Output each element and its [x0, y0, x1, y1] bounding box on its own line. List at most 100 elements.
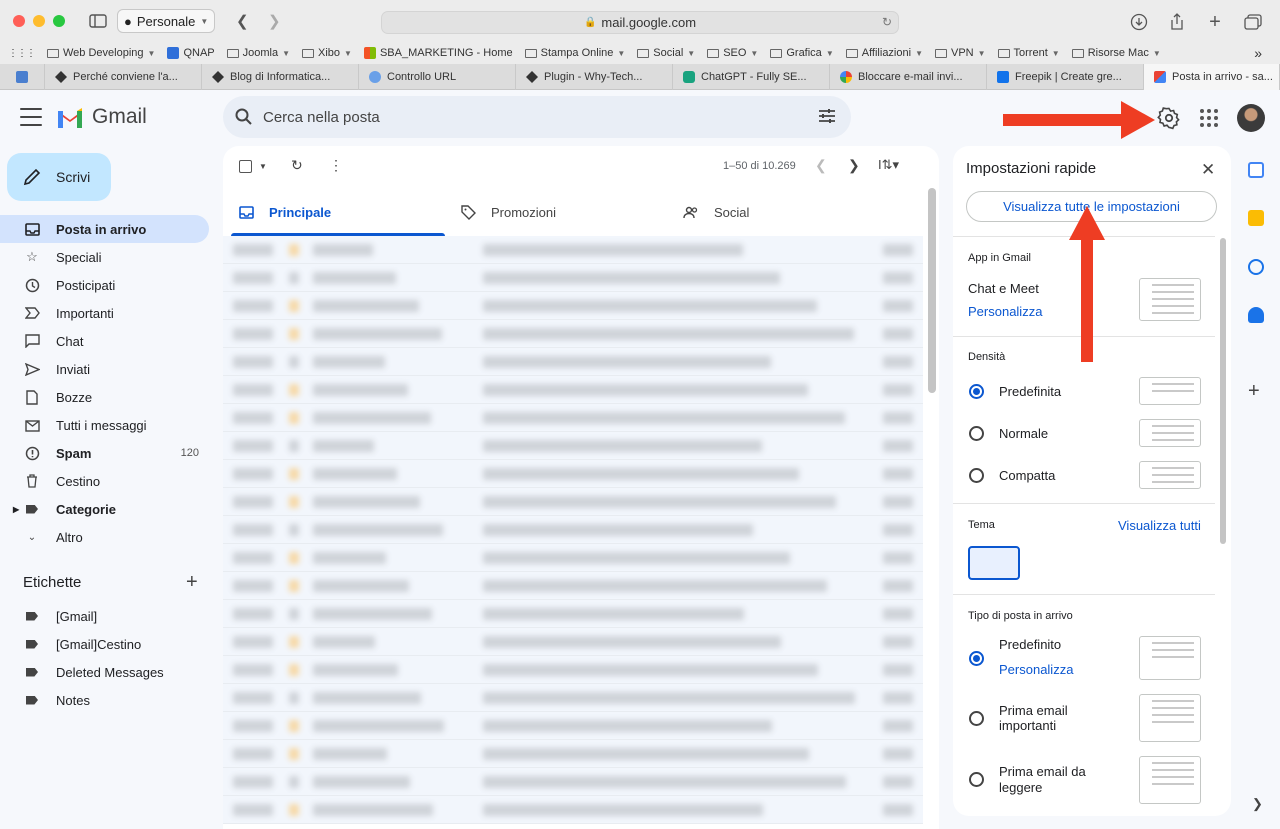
expand-arrow-icon[interactable]: ▶: [13, 505, 19, 514]
bookmark-item[interactable]: SBA_MARKETING - Home: [363, 47, 513, 59]
inbox-customize-link[interactable]: Personalizza: [999, 662, 1073, 677]
bookmark-item[interactable]: Grafica ▼: [770, 47, 834, 59]
view-all-themes-link[interactable]: Visualizza tutti: [1118, 518, 1201, 533]
browser-tab[interactable]: ChatGPT - Fully SE...: [673, 64, 830, 90]
sidebar-item-inbox[interactable]: Posta in arrivo: [0, 215, 209, 243]
search-input[interactable]: [263, 108, 783, 126]
inbox-default-radio[interactable]: [969, 651, 984, 666]
main-menu-icon[interactable]: [20, 108, 42, 126]
density-default-radio[interactable]: [969, 384, 984, 399]
mail-row-redacted[interactable]: [223, 656, 923, 684]
add-addon-icon[interactable]: +: [1248, 380, 1260, 403]
new-tab-icon[interactable]: +: [1202, 9, 1228, 35]
mail-row-redacted[interactable]: [223, 712, 923, 740]
mail-row-redacted[interactable]: [223, 516, 923, 544]
close-window-button[interactable]: [13, 15, 25, 27]
forward-icon[interactable]: ❯: [261, 8, 287, 34]
bookmark-item[interactable]: VPN ▼: [934, 47, 986, 59]
back-icon[interactable]: ❮: [229, 8, 255, 34]
mail-row-redacted[interactable]: [223, 460, 923, 488]
mail-row-redacted[interactable]: [223, 740, 923, 768]
tab-social[interactable]: Social: [667, 188, 889, 236]
keep-icon[interactable]: [1248, 210, 1264, 226]
next-page-icon[interactable]: ❯: [848, 157, 860, 174]
bookmark-item[interactable]: Social ▼: [637, 47, 695, 59]
mail-row-redacted[interactable]: [223, 600, 923, 628]
tasks-icon[interactable]: [1248, 259, 1264, 275]
sidebar-item-chat[interactable]: Chat: [0, 327, 209, 355]
mail-row-redacted[interactable]: [223, 432, 923, 460]
browser-tab-active[interactable]: Posta in arrivo - sa...: [1144, 64, 1280, 90]
tab-overview-icon[interactable]: [1240, 9, 1266, 35]
mail-row-redacted[interactable]: [223, 572, 923, 600]
minimize-window-button[interactable]: [33, 15, 45, 27]
more-bookmarks-icon[interactable]: »: [1254, 45, 1262, 61]
refresh-icon[interactable]: ↻: [291, 157, 303, 174]
prev-page-icon[interactable]: ❮: [815, 157, 827, 174]
sidebar-item-sent[interactable]: Inviati: [0, 355, 209, 383]
bookmark-item[interactable]: QNAP: [167, 47, 215, 59]
mail-row-redacted[interactable]: [223, 264, 923, 292]
sidebar-item-important[interactable]: Importanti: [0, 299, 209, 327]
inbox-important-radio[interactable]: [969, 711, 984, 726]
address-bar[interactable]: 🔒 mail.google.com ↻: [381, 11, 899, 34]
apps-grid-icon[interactable]: ⋮⋮⋮: [8, 48, 36, 59]
search-icon[interactable]: [235, 108, 253, 126]
downloads-icon[interactable]: [1126, 9, 1152, 35]
compose-button[interactable]: Scrivi: [7, 153, 111, 201]
gmail-logo[interactable]: Gmail: [56, 105, 147, 129]
browser-tab[interactable]: Blog di Informatica...: [202, 64, 359, 90]
tab-primary[interactable]: Principale: [223, 188, 445, 236]
search-options-icon[interactable]: [818, 107, 836, 125]
mail-row-redacted[interactable]: [223, 796, 923, 824]
bookmark-item[interactable]: Torrent ▼: [997, 47, 1060, 59]
sidebar-item-categories[interactable]: ▶ Categorie: [0, 495, 209, 523]
close-icon[interactable]: ✕: [1201, 160, 1215, 180]
share-icon[interactable]: [1164, 9, 1190, 35]
mail-row-redacted[interactable]: [223, 544, 923, 572]
expand-panel-icon[interactable]: ❯: [1252, 796, 1263, 812]
sidebar-toggle-icon[interactable]: [85, 8, 111, 34]
label-item[interactable]: [Gmail]Cestino: [0, 630, 209, 658]
sidebar-item-drafts[interactable]: Bozze: [0, 383, 209, 411]
bookmark-item[interactable]: Risorse Mac ▼: [1071, 47, 1161, 59]
select-all-checkbox[interactable]: [239, 160, 252, 173]
sidebar-item-more[interactable]: ⌄ Altro: [0, 523, 209, 551]
sidebar-item-starred[interactable]: ☆ Speciali: [0, 243, 209, 271]
more-options-icon[interactable]: ⋮: [329, 157, 343, 174]
browser-tab[interactable]: Bloccare e-mail invi...: [830, 64, 987, 90]
profile-selector[interactable]: ● Personale ▼: [117, 9, 216, 33]
label-item[interactable]: Deleted Messages: [0, 658, 209, 686]
bookmark-item[interactable]: Web Developing ▼: [47, 47, 155, 59]
zoom-window-button[interactable]: [53, 15, 65, 27]
mail-row-redacted[interactable]: [223, 292, 923, 320]
mail-row-redacted[interactable]: [223, 684, 923, 712]
mail-row-redacted[interactable]: [223, 488, 923, 516]
browser-tab[interactable]: Freepik | Create gre...: [987, 64, 1144, 90]
chat-meet-customize-link[interactable]: Personalizza: [968, 304, 1042, 319]
density-compact-radio[interactable]: [969, 468, 984, 483]
input-tools-icon[interactable]: I⇅▾: [878, 157, 899, 173]
reload-icon[interactable]: ↻: [882, 15, 892, 29]
settings-gear-icon[interactable]: [1157, 106, 1181, 130]
mail-list-scrollbar[interactable]: [928, 188, 936, 393]
quick-settings-scrollbar[interactable]: [1220, 238, 1226, 544]
mail-row-redacted[interactable]: [223, 348, 923, 376]
mail-row-redacted[interactable]: [223, 320, 923, 348]
mail-row-redacted[interactable]: [223, 236, 923, 264]
mail-row-redacted[interactable]: [223, 376, 923, 404]
inbox-unread-radio[interactable]: [969, 772, 984, 787]
mail-row-redacted[interactable]: [223, 768, 923, 796]
bookmark-item[interactable]: Affiliazioni ▼: [845, 47, 923, 59]
tab-promotions[interactable]: Promozioni: [445, 188, 667, 236]
mail-row-redacted[interactable]: [223, 404, 923, 432]
bookmark-item[interactable]: SEO ▼: [707, 47, 758, 59]
bookmark-item[interactable]: Xibo ▼: [302, 47, 352, 59]
browser-tab[interactable]: Controllo URL: [359, 64, 516, 90]
select-menu-icon[interactable]: ▼: [259, 162, 267, 171]
label-item[interactable]: [Gmail]: [0, 602, 209, 630]
sidebar-item-spam[interactable]: Spam 120: [0, 439, 209, 467]
bookmark-item[interactable]: Stampa Online ▼: [524, 47, 625, 59]
label-item[interactable]: Notes: [0, 686, 209, 714]
calendar-icon[interactable]: [1248, 162, 1264, 178]
